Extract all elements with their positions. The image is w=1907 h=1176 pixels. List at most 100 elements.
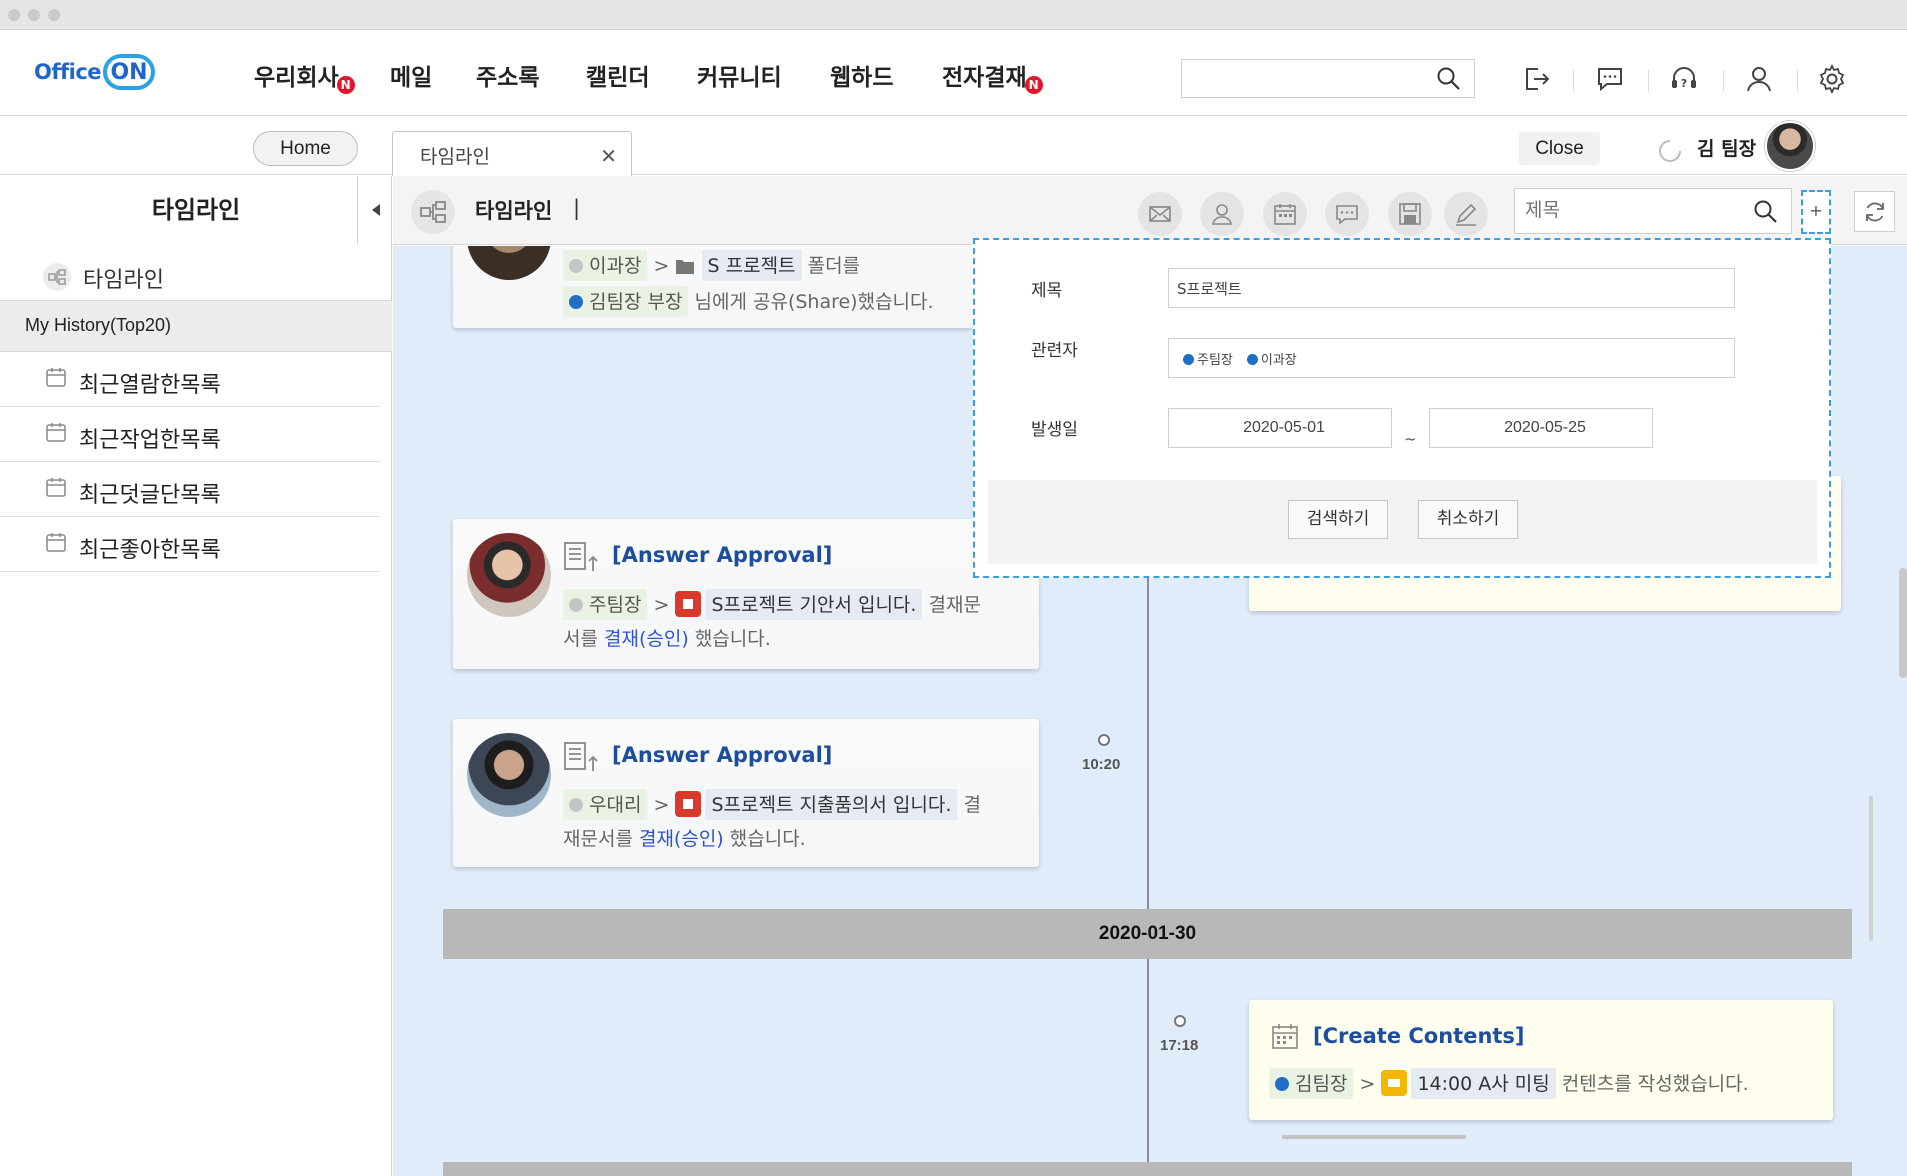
close-button[interactable]: Close (1519, 132, 1600, 165)
related-people-field[interactable]: 주팀장 이과장 (1168, 338, 1735, 378)
approval-link[interactable]: 결재(승인) (639, 828, 724, 850)
folder-chip[interactable]: S 프로젝트 (701, 250, 802, 281)
timeline-icon (43, 263, 71, 291)
loading-icon (1659, 140, 1681, 162)
approval-link[interactable]: 결재(승인) (604, 628, 689, 650)
menu-item-contacts[interactable]: 주소록 (476, 58, 539, 92)
logout-icon[interactable] (1520, 63, 1552, 95)
sidebar-item-recent-worked[interactable]: 최근작업한목록 (0, 407, 380, 462)
card-text: 서를 (563, 628, 598, 650)
timeline-card-create-contents[interactable]: [Create Contents] 김팀장 > 14:00 A사 미팅 컨텐츠를… (1249, 1000, 1833, 1120)
user-chip[interactable]: 주팀장 (563, 589, 648, 620)
toolbar-divider (1797, 70, 1798, 92)
approval-doc-icon (675, 591, 702, 617)
card-text: 재문서를 (563, 828, 633, 850)
card-text: 결 (963, 794, 981, 816)
sidebar-collapse-button[interactable] (357, 176, 392, 244)
comment-icon (1336, 205, 1358, 225)
related-person-tag[interactable]: 이과장 (1247, 349, 1297, 368)
filter-approval-button[interactable] (1444, 192, 1488, 236)
window-minimize-dot[interactable] (28, 9, 40, 21)
user-chip[interactable]: 우대리 (563, 789, 648, 820)
window-maximize-dot[interactable] (48, 9, 60, 21)
officeon-logo[interactable]: Office ON (34, 50, 156, 94)
time-marker (1098, 734, 1110, 746)
chat-icon[interactable] (1594, 63, 1626, 95)
search-cancel-button[interactable]: 취소하기 (1418, 500, 1518, 539)
sidebar-item-recent-commented[interactable]: 최근덧글단목록 (0, 462, 380, 517)
filter-calendar-button[interactable] (1263, 192, 1307, 236)
refresh-button[interactable] (1854, 191, 1895, 232)
home-button[interactable]: Home (253, 131, 358, 166)
current-user-name: 김 팀장 (1697, 138, 1757, 160)
search-submit-button[interactable]: 검색하기 (1288, 500, 1388, 539)
new-badge: N (336, 76, 355, 94)
tabs-row: Home 타임라인 ✕ Close 김 팀장 (0, 117, 1907, 176)
timeline-card-share[interactable]: 이과장 > S 프로젝트 폴더를 김팀장 부장 님에게 공유(Share)했습니… (453, 246, 973, 328)
content-toolbar: 타임라인 | + (393, 176, 1907, 245)
timeline-card-approval-1[interactable]: [Answer Approval] 주팀장 > S프로젝트 기안서 입니다. 결… (453, 519, 1039, 669)
date-to-input[interactable] (1430, 409, 1652, 447)
timeline-search-input[interactable] (1515, 189, 1737, 233)
timeline-card-approval-2[interactable]: [Answer Approval] 우대리 > S프로젝트 지출품의서 입니다.… (453, 719, 1039, 867)
menu-item-company[interactable]: 우리회사 N (254, 58, 355, 94)
sidebar-item-timeline[interactable]: 타임라인 (0, 256, 392, 300)
timeline-icon (420, 201, 446, 223)
user-avatar (467, 533, 551, 617)
advanced-search-toggle[interactable]: + (1801, 190, 1831, 234)
filter-mail-button[interactable] (1138, 192, 1182, 236)
event-chip[interactable]: 14:00 A사 미팅 (1411, 1068, 1556, 1099)
filter-community-button[interactable] (1325, 192, 1369, 236)
menu-item-approval[interactable]: 전자결재 N (942, 58, 1043, 94)
tab-timeline[interactable]: 타임라인 ✕ (392, 131, 632, 176)
card-heading[interactable]: [Create Contents] (1313, 1024, 1525, 1048)
user-profile-icon[interactable] (1743, 63, 1775, 95)
refresh-icon (1865, 202, 1884, 221)
title-input[interactable] (1169, 269, 1734, 307)
card-line-2: 재문서를 결재(승인) 했습니다. (563, 824, 806, 851)
menu-label: 메일 (390, 65, 433, 91)
user-chip[interactable]: 김팀장 (1269, 1068, 1354, 1099)
history-list: 최근열람한목록 최근작업한목록 최근덧글단목록 최근좋아한목록 (0, 352, 380, 572)
menu-item-calendar[interactable]: 캘린더 (586, 58, 649, 92)
timeline-header-icon (411, 190, 455, 234)
inner-scrollbar[interactable] (1869, 796, 1873, 941)
user-avatar[interactable] (1765, 121, 1815, 171)
gear-icon[interactable] (1816, 63, 1848, 95)
top-navigation: Office ON 우리회사 N 메일 주소록 캘린더 커뮤니티 웹하드 전자결재… (0, 30, 1907, 116)
tab-close-icon[interactable]: ✕ (600, 144, 617, 168)
menu-item-community[interactable]: 커뮤니티 (697, 58, 782, 92)
window-close-dot[interactable] (8, 9, 20, 21)
date-to-field (1429, 408, 1653, 448)
calendar-icon (46, 533, 66, 552)
card-text: 컨텐츠를 작성했습니다. (1561, 1073, 1749, 1095)
horizontal-scrollbar[interactable] (1282, 1135, 1466, 1139)
new-badge: N (1024, 76, 1043, 94)
search-icon[interactable] (1753, 199, 1779, 225)
top-search-input[interactable] (1182, 60, 1422, 97)
menu-item-mail[interactable]: 메일 (390, 58, 432, 92)
search-icon[interactable] (1436, 66, 1462, 92)
filter-webhard-button[interactable] (1388, 192, 1432, 236)
document-chip[interactable]: S프로젝트 기안서 입니다. (705, 589, 923, 620)
calendar-icon (46, 368, 66, 387)
target-user-chip[interactable]: 김팀장 부장 (563, 286, 689, 317)
document-approval-icon (564, 542, 598, 571)
date-from-input[interactable] (1169, 409, 1391, 447)
calendar-icon (46, 478, 66, 497)
card-line-1: 김팀장 > 14:00 A사 미팅 컨텐츠를 작성했습니다. (1269, 1068, 1749, 1099)
card-heading[interactable]: [Answer Approval] (612, 743, 832, 767)
sidebar-item-recent-liked[interactable]: 최근좋아한목록 (0, 517, 380, 572)
user-chip[interactable]: 이과장 (563, 250, 648, 281)
vertical-scrollbar[interactable] (1899, 568, 1907, 678)
filter-contacts-button[interactable] (1200, 192, 1244, 236)
sidebar-item-recent-viewed[interactable]: 최근열람한목록 (0, 352, 380, 407)
top-search-box (1181, 59, 1475, 98)
time-label: 17:18 (1160, 1037, 1199, 1054)
related-person-tag[interactable]: 주팀장 (1183, 349, 1233, 368)
document-chip[interactable]: S프로젝트 지출품의서 입니다. (705, 789, 958, 820)
card-heading[interactable]: [Answer Approval] (612, 543, 832, 567)
help-headset-icon[interactable]: ? (1668, 63, 1700, 95)
menu-item-webhard[interactable]: 웹하드 (830, 58, 893, 92)
advanced-search-popup: 제목 관련자 주팀장 이과장 발생일 ~ 검색하기 취소하기 (973, 238, 1831, 578)
